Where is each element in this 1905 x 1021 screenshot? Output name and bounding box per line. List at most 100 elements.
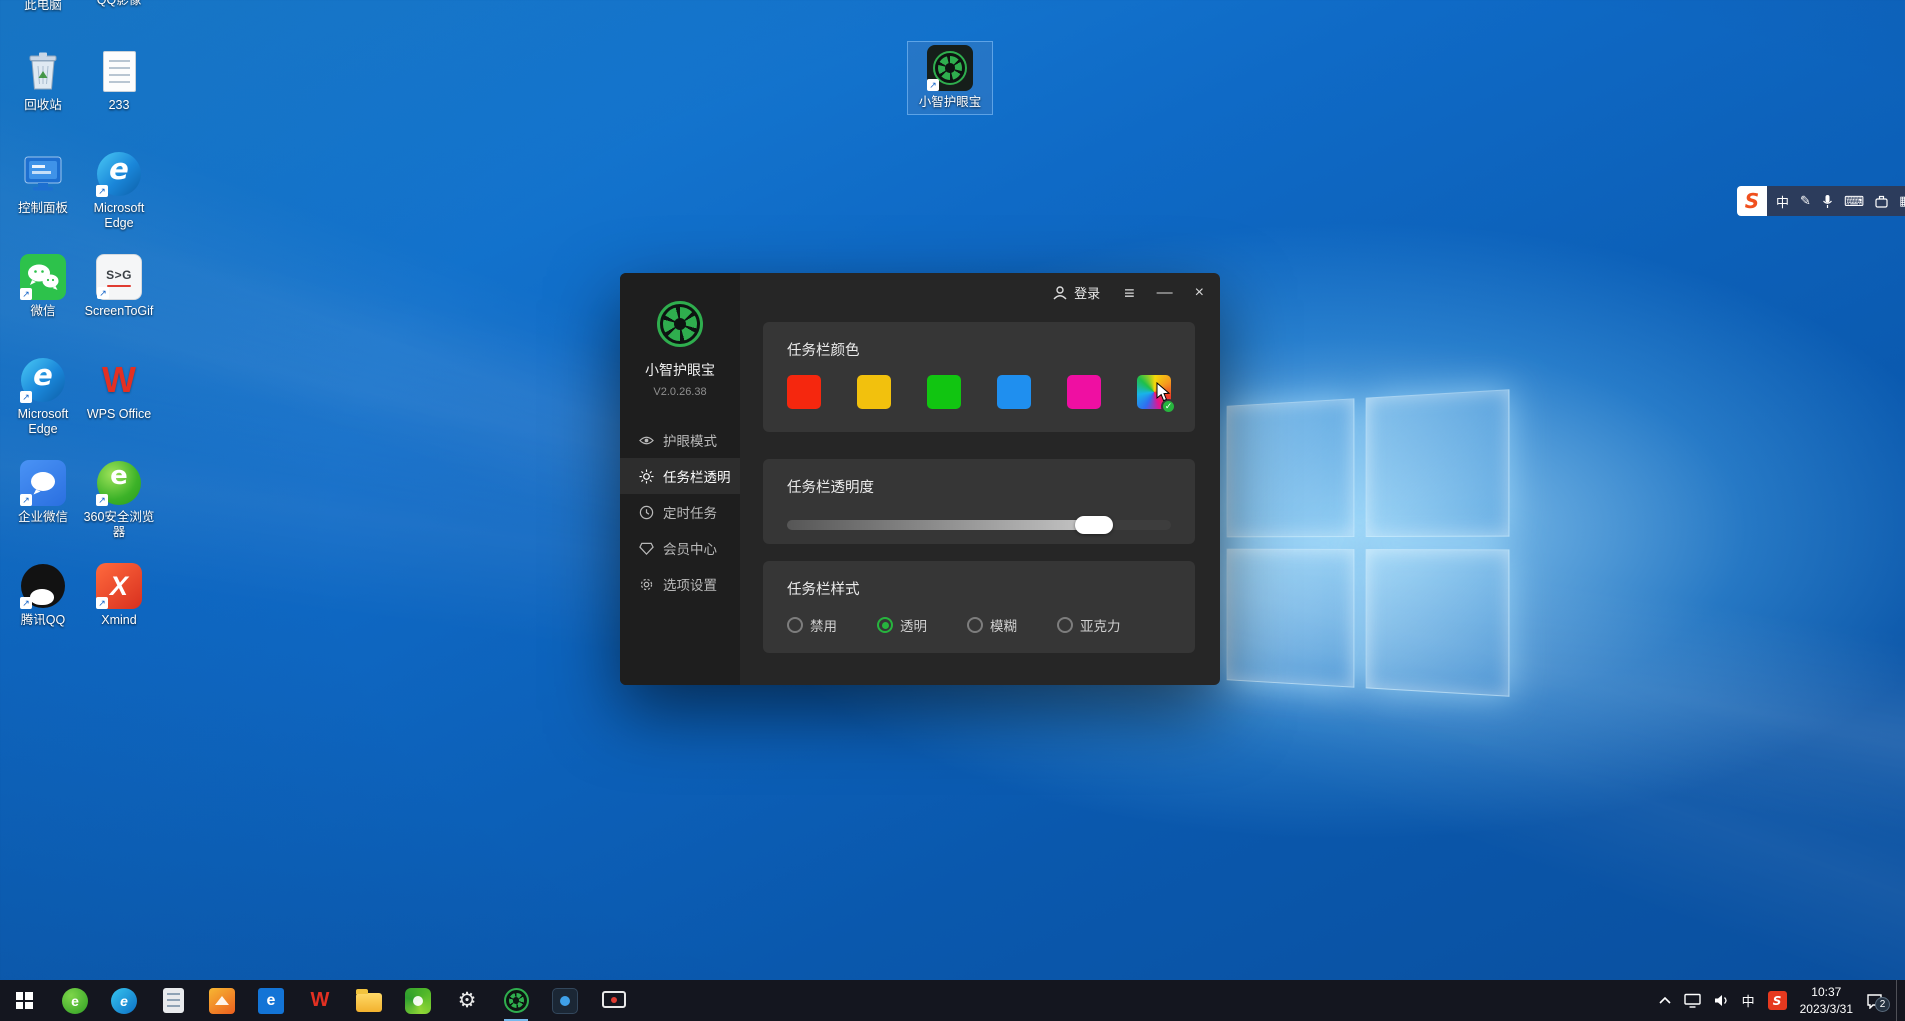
menu-item-label: 选项设置 <box>663 574 717 594</box>
menu-item-eye-mode[interactable]: 护眼模式 <box>620 422 740 458</box>
desktop-icon-eyecare[interactable]: 小智护眼宝 <box>908 42 992 114</box>
clock-icon <box>639 505 654 520</box>
taskbar-style-panel: 任务栏样式 禁用 透明 模糊 亚克力 <box>763 561 1195 653</box>
menu-item-scheduled-tasks[interactable]: 定时任务 <box>620 494 740 530</box>
slider-knob[interactable] <box>1075 516 1113 534</box>
taskbar-icon-360-safe[interactable] <box>404 980 432 1021</box>
desktop-icon-label: QQ影像 <box>80 0 158 8</box>
menu-item-taskbar-transparency[interactable]: 任务栏透明 <box>620 458 740 494</box>
desktop-icon-document-233[interactable]: 233 <box>80 48 158 113</box>
toolbox-icon[interactable] <box>1875 195 1888 208</box>
panel-title: 任务栏样式 <box>787 561 1171 599</box>
360-safe-icon <box>405 988 431 1014</box>
style-option-3[interactable]: 模糊 <box>967 615 1017 635</box>
app-main: 登录 ≡ — × 任务栏颜色 ✓ 任务栏透明度 任务栏样式 <box>740 273 1220 685</box>
login-button[interactable]: 登录 <box>1052 283 1100 302</box>
color-swatch-6[interactable]: ✓ <box>1137 375 1171 409</box>
desktop-icon-wps-office[interactable]: WPS Office <box>80 357 158 422</box>
pen-icon[interactable] <box>1800 193 1811 209</box>
recycle-bin-icon <box>20 48 66 94</box>
brightness-icon <box>639 469 654 484</box>
taskbar: eeeW⚙ 中 10:37 2023/3/31 2 <box>0 980 1905 1021</box>
taskbar-icon-settings[interactable]: ⚙ <box>453 980 481 1021</box>
system-tray: 中 10:37 2023/3/31 2 <box>1659 980 1905 1021</box>
wecom-icon <box>20 460 66 506</box>
desktop-icon-xmind[interactable]: Xmind <box>80 563 158 628</box>
style-option-1[interactable]: 禁用 <box>787 615 837 635</box>
tray-input-indicator[interactable]: 中 <box>1742 991 1755 1010</box>
start-button[interactable] <box>0 980 48 1021</box>
desktop-icon-screentogif[interactable]: S>G ScreenToGif <box>80 254 158 319</box>
taskbar-icon-360-browser[interactable]: e <box>61 980 89 1021</box>
desktop-icon-label: 233 <box>80 98 158 113</box>
color-swatch-2[interactable] <box>857 375 891 409</box>
screentogif-icon <box>602 991 626 1008</box>
settings-panels: 任务栏颜色 ✓ 任务栏透明度 任务栏样式 禁用 透明 模糊 亚克力 <box>763 322 1195 653</box>
desktop-icon-recycle-bin[interactable]: 回收站 <box>4 48 82 113</box>
desktop-icon-microsoft-edge-2[interactable]: Microsoft Edge <box>4 357 82 437</box>
tray-speaker-icon[interactable] <box>1714 994 1729 1007</box>
close-button[interactable]: × <box>1195 285 1204 301</box>
desktop-icon-label: 小智护眼宝 <box>908 95 992 110</box>
edge-icon <box>21 358 65 402</box>
taskbar-icon-screentogif[interactable] <box>600 980 628 1021</box>
hamburger-menu-icon[interactable]: ≡ <box>1124 284 1135 302</box>
360-browser-icon <box>97 461 141 505</box>
desktop-icon-microsoft-edge[interactable]: Microsoft Edge <box>80 151 158 231</box>
explorer-icon <box>356 993 382 1012</box>
desktop-icon-360-browser[interactable]: 360安全浏览器 <box>80 460 158 540</box>
radio-label: 透明 <box>900 615 927 635</box>
app-sidebar: 小智护眼宝 V2.0.26.38 护眼模式 任务栏透明 <box>620 273 740 685</box>
menu-item-settings[interactable]: 选项设置 <box>620 566 740 602</box>
taskbar-icon-eyecare[interactable] <box>502 980 530 1021</box>
desktop-icon-tencent-qq[interactable]: 腾讯QQ <box>4 563 82 628</box>
taskbar-icon-wps[interactable]: W <box>306 980 334 1021</box>
desktop-icon-this-pc[interactable]: 此电脑 <box>4 0 82 13</box>
taskbar-pinned-icons: eeeW⚙ <box>61 980 628 1021</box>
sogou-logo[interactable] <box>1737 186 1767 216</box>
action-center-icon[interactable]: 2 <box>1866 993 1883 1009</box>
control-panel-icon <box>20 151 66 197</box>
radio-circle-icon <box>1057 617 1073 633</box>
desktop-icon-wecom[interactable]: 企业微信 <box>4 460 82 525</box>
taskbar-icon-edge[interactable]: e <box>110 980 138 1021</box>
tray-sogou-icon[interactable] <box>1768 991 1787 1010</box>
taskbar-icon-ie-tile[interactable]: e <box>257 980 285 1021</box>
desktop-icon-wechat[interactable]: 微信 <box>4 254 82 319</box>
desktop-icon-label: Microsoft Edge <box>80 201 158 231</box>
taskbar-icon-photos[interactable] <box>208 980 236 1021</box>
panel-title: 任务栏透明度 <box>787 459 1171 497</box>
input-mode-button[interactable]: 中 <box>1776 192 1789 211</box>
sidebar-menu: 护眼模式 任务栏透明 定时任务 会员中心 <box>620 422 740 602</box>
settings-icon: ⚙ <box>454 988 480 1014</box>
taskbar-clock[interactable]: 10:37 2023/3/31 <box>1800 984 1853 1016</box>
keyboard-icon[interactable] <box>1844 193 1864 210</box>
color-swatch-3[interactable] <box>927 375 961 409</box>
wallpaper-pane <box>1227 398 1355 537</box>
menu-item-member-center[interactable]: 会员中心 <box>620 530 740 566</box>
tray-pc-icon[interactable] <box>1684 993 1701 1008</box>
taskbar-icon-media-app[interactable] <box>551 980 579 1021</box>
taskbar-icon-notepad[interactable] <box>159 980 187 1021</box>
opacity-slider[interactable] <box>787 516 1171 534</box>
tray-date: 2023/3/31 <box>1800 1001 1853 1017</box>
desktop-icon-label: 微信 <box>4 304 82 319</box>
desktop-icon-control-panel[interactable]: 控制面板 <box>4 151 82 216</box>
show-desktop-button[interactable] <box>1896 980 1901 1021</box>
style-option-2[interactable]: 透明 <box>877 615 927 635</box>
mic-icon[interactable] <box>1822 194 1833 209</box>
minimize-button[interactable]: — <box>1157 285 1173 301</box>
color-swatch-5[interactable] <box>1067 375 1101 409</box>
slider-track[interactable] <box>787 520 1171 530</box>
color-swatch-1[interactable] <box>787 375 821 409</box>
tray-chevron-up-icon[interactable] <box>1659 997 1671 1005</box>
taskbar-color-panel: 任务栏颜色 ✓ <box>763 322 1195 432</box>
sogou-input-bar: 中 <box>1737 186 1905 216</box>
desktop-icon-qq-image[interactable]: QQ影像 <box>80 0 158 8</box>
grid-menu-icon[interactable] <box>1899 193 1905 209</box>
wallpaper-pane <box>1366 549 1510 697</box>
menu-item-label: 任务栏透明 <box>663 466 731 486</box>
style-option-4[interactable]: 亚克力 <box>1057 615 1121 635</box>
taskbar-icon-explorer[interactable] <box>355 980 383 1021</box>
color-swatch-4[interactable] <box>997 375 1031 409</box>
